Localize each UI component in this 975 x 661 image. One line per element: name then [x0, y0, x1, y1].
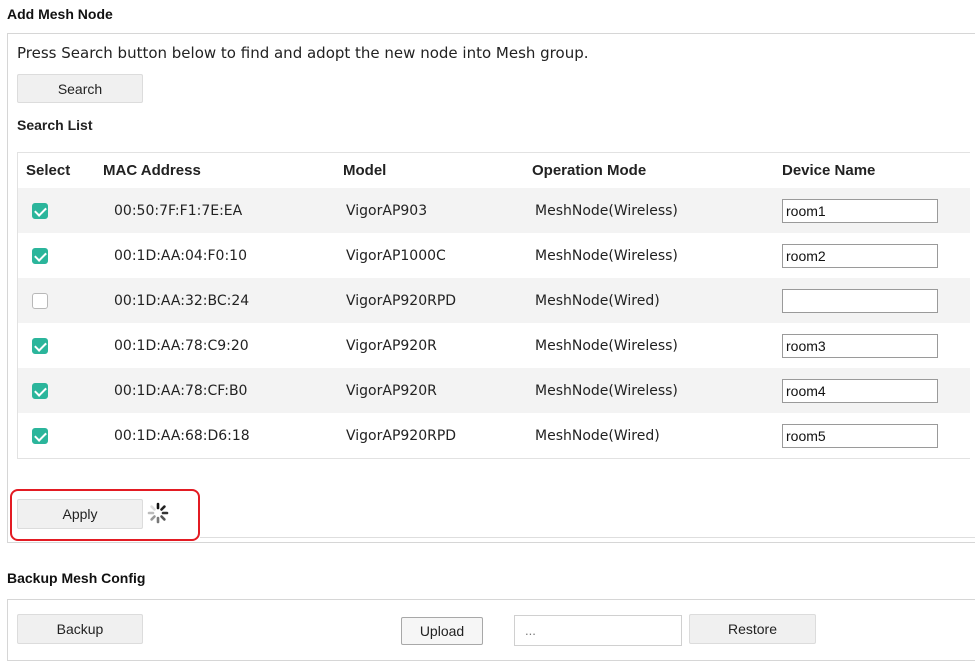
select-checkbox[interactable]: [32, 292, 48, 309]
device-name-cell: [782, 278, 970, 323]
search-description: Press Search button below to find and ad…: [17, 44, 589, 62]
select-cell: [17, 278, 103, 323]
mac-address-cell: 00:1D:AA:68:D6:18: [103, 413, 343, 459]
mac-address-cell: 00:50:7F:F1:7E:EA: [103, 188, 343, 233]
mac-address-cell: 00:1D:AA:32:BC:24: [103, 278, 343, 323]
loading-spinner-icon: [147, 502, 169, 524]
operation-mode-cell: MeshNode(Wireless): [532, 188, 782, 233]
device-name-input[interactable]: [782, 423, 938, 448]
device-name-input[interactable]: [782, 288, 938, 313]
table-row: 00:1D:AA:32:BC:24 VigorAP920RPD MeshNode(W…: [17, 278, 970, 323]
table-row: 00:1D:AA:68:D6:18 VigorAP920RPD MeshNode(W…: [17, 413, 970, 459]
model-cell: VigorAP920RPD: [343, 413, 532, 459]
column-header-select: Select: [17, 152, 103, 188]
table-row: 00:1D:AA:78:CF:B0 VigorAP920R MeshNode(Wir…: [17, 368, 970, 413]
add-mesh-node-title: Add Mesh Node: [7, 6, 113, 22]
device-name-cell: [782, 413, 970, 459]
mac-address-cell: 00:1D:AA:78:C9:20: [103, 323, 343, 368]
device-name-cell: [782, 368, 970, 413]
column-header-device-name: Device Name: [782, 152, 970, 188]
device-name-input[interactable]: [782, 333, 938, 358]
table-row: 00:1D:AA:04:F0:10 VigorAP1000C MeshNode(Wi…: [17, 233, 970, 278]
device-name-cell: [782, 323, 970, 368]
operation-mode-cell: MeshNode(Wired): [532, 278, 782, 323]
select-cell: [17, 413, 103, 459]
backup-button[interactable]: Backup: [17, 614, 143, 644]
table-row: 00:50:7F:F1:7E:EA VigorAP903 MeshNode(Wire…: [17, 188, 970, 233]
select-cell: [17, 323, 103, 368]
table-header-row: Select MAC Address Model Operation Mode …: [17, 152, 970, 188]
model-cell: VigorAP920RPD: [343, 278, 532, 323]
file-name-field[interactable]: ...: [514, 615, 682, 646]
operation-mode-cell: MeshNode(Wired): [532, 413, 782, 459]
model-cell: VigorAP1000C: [343, 233, 532, 278]
search-button[interactable]: Search: [17, 74, 143, 103]
device-name-input[interactable]: [782, 243, 938, 268]
select-checkbox[interactable]: [32, 427, 48, 444]
model-cell: VigorAP903: [343, 188, 532, 233]
section-divider: [200, 537, 975, 538]
apply-button[interactable]: Apply: [17, 499, 143, 529]
restore-button[interactable]: Restore: [689, 614, 816, 644]
select-checkbox[interactable]: [32, 202, 48, 219]
device-name-cell: [782, 188, 970, 233]
column-header-model: Model: [343, 152, 532, 188]
select-checkbox[interactable]: [32, 337, 48, 354]
device-name-input[interactable]: [782, 378, 938, 403]
operation-mode-cell: MeshNode(Wireless): [532, 323, 782, 368]
select-cell: [17, 188, 103, 233]
backup-mesh-config-title: Backup Mesh Config: [7, 570, 146, 586]
device-name-input[interactable]: [782, 198, 938, 223]
column-header-mac-address: MAC Address: [103, 152, 343, 188]
search-list-table: Select MAC Address Model Operation Mode …: [17, 152, 970, 459]
column-header-operation-mode: Operation Mode: [532, 152, 782, 188]
model-cell: VigorAP920R: [343, 368, 532, 413]
operation-mode-cell: MeshNode(Wireless): [532, 368, 782, 413]
search-list-title: Search List: [17, 117, 93, 133]
select-cell: [17, 233, 103, 278]
select-cell: [17, 368, 103, 413]
mac-address-cell: 00:1D:AA:04:F0:10: [103, 233, 343, 278]
operation-mode-cell: MeshNode(Wireless): [532, 233, 782, 278]
model-cell: VigorAP920R: [343, 323, 532, 368]
select-checkbox[interactable]: [32, 382, 48, 399]
table-row: 00:1D:AA:78:C9:20 VigorAP920R MeshNode(Wir…: [17, 323, 970, 368]
select-checkbox[interactable]: [32, 247, 48, 264]
upload-button[interactable]: Upload: [401, 617, 483, 645]
mac-address-cell: 00:1D:AA:78:CF:B0: [103, 368, 343, 413]
device-name-cell: [782, 233, 970, 278]
